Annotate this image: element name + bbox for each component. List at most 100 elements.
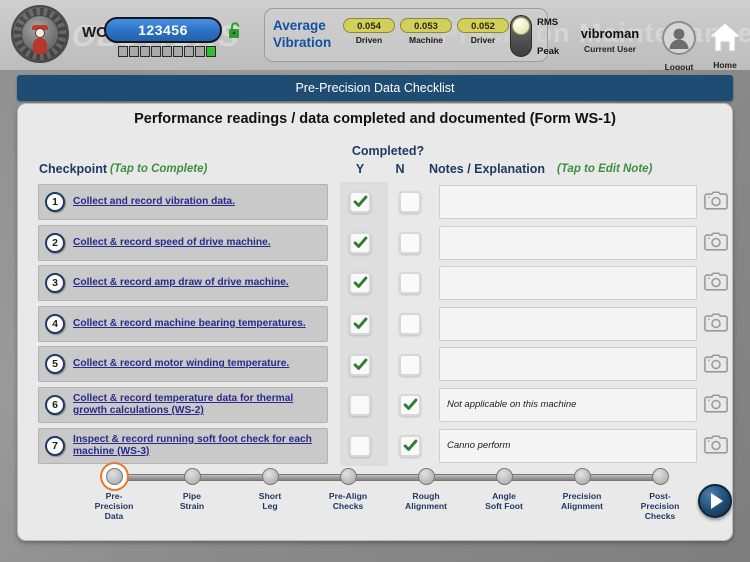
note-field[interactable] xyxy=(439,266,697,301)
checkpoint-cell[interactable]: 4 Collect & record machine bearing temper… xyxy=(38,305,328,342)
checkpoint-cell[interactable]: 7 Inspect & record running soft foot chec… xyxy=(38,427,328,464)
checkmark-icon xyxy=(353,317,368,329)
checkpoint-cell[interactable]: 1 Collect and record vibration data. xyxy=(38,184,328,220)
note-text: Not applicable on this machine xyxy=(447,399,577,411)
unlock-icon[interactable] xyxy=(228,22,243,39)
no-checkbox[interactable] xyxy=(399,394,421,417)
rms-peak-toggle[interactable] xyxy=(510,15,532,57)
checkmark-icon xyxy=(403,439,418,451)
table-row: 4 Collect & record machine bearing temper… xyxy=(18,303,732,345)
home-button[interactable]: Home xyxy=(700,20,750,70)
checkpoint-label: Collect and record vibration data. xyxy=(73,196,235,207)
app-header: SOLUTIONS Precision Maintenance WO: 1234… xyxy=(0,0,750,70)
checkmark-icon xyxy=(353,236,368,248)
vibration-reading-driver[interactable]: 0.052 Driver xyxy=(457,18,509,45)
yes-checkbox[interactable] xyxy=(349,313,371,336)
no-checkbox[interactable] xyxy=(399,191,421,214)
stepper-dot xyxy=(261,468,279,485)
note-field[interactable]: Canno perform xyxy=(439,428,697,463)
table-row: 3 Collect & record amp draw of drive mach… xyxy=(18,263,732,304)
vibration-caption-driver: Driver xyxy=(470,35,496,45)
vibration-value-machine: 0.053 xyxy=(400,18,452,33)
stepper-step[interactable]: Precision Alignment xyxy=(542,462,622,511)
note-field[interactable] xyxy=(439,225,697,260)
stepper-step[interactable]: Angle Soft Foot xyxy=(464,462,544,511)
note-field[interactable]: Not applicable on this machine xyxy=(439,387,697,422)
stepper-dot xyxy=(651,468,669,485)
checkpoint-cell[interactable]: 2 Collect & record speed of drive machine… xyxy=(38,224,328,261)
checkpoint-cell[interactable]: 3 Collect & record amp draw of drive mach… xyxy=(38,265,328,302)
stepper-step[interactable]: Pipe Strain xyxy=(152,462,232,511)
note-field[interactable] xyxy=(439,306,697,341)
no-column-header: N xyxy=(395,162,405,176)
stepper-step[interactable]: Pre- Precision Data xyxy=(74,462,154,521)
vibration-reading-driven[interactable]: 0.054 Driven xyxy=(343,18,395,45)
rms-peak-labels: RMS Peak xyxy=(537,17,575,57)
work-order-field[interactable]: 123456 xyxy=(104,17,222,43)
logout-button[interactable]: Logout xyxy=(654,20,704,70)
peak-label: Peak xyxy=(537,46,560,57)
yes-checkbox[interactable] xyxy=(349,272,371,295)
rms-label: RMS xyxy=(537,17,559,28)
checklist-card: Performance readings / data completed an… xyxy=(17,103,733,541)
checkpoint-cell[interactable]: 5 Collect & record motor winding temperat… xyxy=(38,346,328,383)
company-seal-logo-icon xyxy=(11,5,69,63)
notes-hint: (Tap to Edit Note) xyxy=(557,163,653,175)
no-checkbox[interactable] xyxy=(399,353,421,376)
yes-checkbox[interactable] xyxy=(349,394,371,417)
no-checkbox[interactable] xyxy=(399,434,421,457)
progress-segment xyxy=(118,46,128,57)
table-row: 5 Collect & record motor winding temperat… xyxy=(18,344,732,385)
camera-icon[interactable] xyxy=(704,354,728,374)
checkpoint-label: Inspect & record running soft foot check… xyxy=(73,433,312,457)
table-row: 7 Inspect & record running soft foot chec… xyxy=(18,425,732,467)
workflow-stepper: Pre- Precision Data Pipe Strain Short Leg Pre-A… xyxy=(18,462,732,538)
yes-checkbox[interactable] xyxy=(349,353,371,376)
stepper-step[interactable]: Rough Alignment xyxy=(386,462,466,511)
camera-icon[interactable] xyxy=(704,232,728,252)
stepper-step[interactable]: Pre-Align Checks xyxy=(308,462,388,511)
table-row: 2 Collect & record speed of drive machine… xyxy=(18,222,732,264)
progress-segment xyxy=(173,46,183,57)
progress-segment xyxy=(184,46,194,57)
table-row: 1 Collect and record vibration data. xyxy=(18,182,732,223)
camera-icon[interactable] xyxy=(704,191,728,211)
vibration-title-line2: Vibration xyxy=(273,35,332,50)
stepper-dot xyxy=(573,468,591,485)
no-checkbox[interactable] xyxy=(399,231,421,254)
note-field[interactable] xyxy=(439,347,697,382)
checkmark-icon xyxy=(353,195,368,208)
yes-checkbox[interactable] xyxy=(349,231,371,254)
next-step-button[interactable] xyxy=(698,484,732,518)
camera-icon[interactable] xyxy=(704,313,728,333)
column-header-row: Checkpoint (Tap to Complete) Y N Notes /… xyxy=(18,162,732,182)
stepper-step[interactable]: Short Leg xyxy=(230,462,310,511)
user-avatar-icon xyxy=(662,21,696,55)
note-field[interactable] xyxy=(439,185,697,219)
stepper-label: Angle Soft Foot xyxy=(485,491,523,511)
stepper-label: Precision Alignment xyxy=(560,491,603,511)
vibration-value-driven: 0.054 xyxy=(343,18,395,33)
yes-checkbox[interactable] xyxy=(349,191,371,214)
stepper-step[interactable]: Post- Precision Checks xyxy=(620,462,700,521)
camera-icon[interactable] xyxy=(704,394,728,414)
logo-inner-disc xyxy=(21,15,59,54)
checkpoint-hint: (Tap to Complete) xyxy=(110,163,208,175)
progress-segment xyxy=(129,46,139,57)
no-checkbox[interactable] xyxy=(399,313,421,336)
checkpoint-cell[interactable]: 6 Collect & record temperature data for t… xyxy=(38,386,328,423)
no-checkbox[interactable] xyxy=(399,272,421,295)
average-vibration-title: Average Vibration xyxy=(273,17,339,51)
vibration-caption-machine: Machine xyxy=(408,35,443,45)
camera-icon[interactable] xyxy=(704,435,728,455)
logo-figure-body xyxy=(33,38,47,54)
camera-icon[interactable] xyxy=(704,272,728,292)
checkpoint-label: Collect & record amp draw of drive machi… xyxy=(73,277,289,289)
checkpoint-number: 4 xyxy=(45,313,65,334)
stepper-dot xyxy=(417,468,435,485)
vibration-reading-machine[interactable]: 0.053 Machine xyxy=(400,18,452,45)
yes-checkbox[interactable] xyxy=(349,434,371,457)
logout-label: Logout xyxy=(664,62,694,70)
stepper-dot xyxy=(183,468,201,485)
checkpoint-number: 7 xyxy=(45,435,65,456)
